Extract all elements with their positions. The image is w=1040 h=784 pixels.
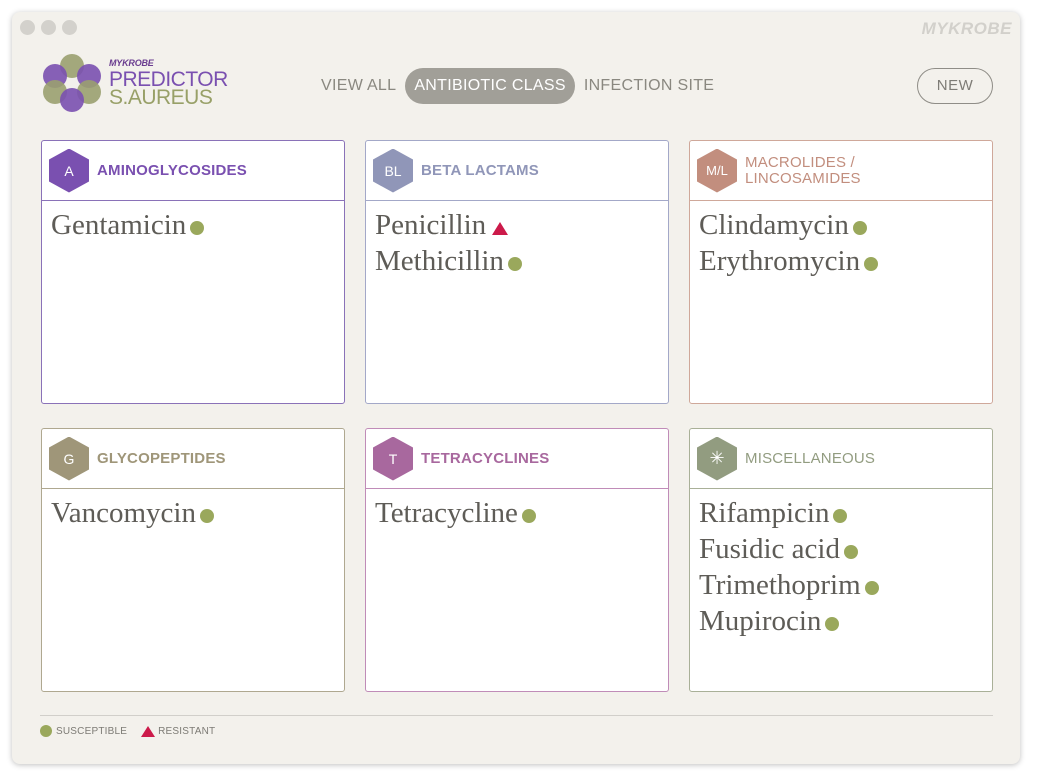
drug-item: Clindamycin [699,207,983,243]
drug-item: Fusidic acid [699,531,983,567]
class-badge: T [373,436,413,481]
susceptible-icon [507,257,522,271]
drug-list: Clindamycin Erythromycin [690,201,992,285]
panel-header: BL BETA LACTAMS [366,141,668,201]
drug-name: Gentamicin [51,209,187,241]
logo-subtitle: S.AUREUS [109,86,213,109]
maximize-window-button[interactable] [62,20,77,35]
susceptible-icon [40,725,52,737]
app-window: MYKROBE MYKROBE PREDICTOR S.AUREUS VIEW … [12,12,1020,764]
drug-name: Erythromycin [699,245,861,277]
legend: SUSCEPTIBLE RESISTANT [40,725,215,737]
panel-header: G GLYCOPEPTIDES [42,429,344,489]
drug-name: Mupirocin [699,605,822,637]
panel-header: T TETRACYCLINES [366,429,668,489]
drug-name: Penicillin [375,209,487,241]
class-badge: M/L [697,148,737,193]
panel-title: AMINOGLYCOSIDES [97,161,247,179]
legend-resistant-label: RESISTANT [158,725,216,737]
nav-infection-site[interactable]: INFECTION SITE [575,68,723,104]
susceptible-icon [852,221,867,235]
drug-list: Penicillin Methicillin [366,201,668,285]
susceptible-icon [843,545,858,559]
brand-wordmark: MYKROBE [921,19,1012,38]
panel-aminoglycosides: A AMINOGLYCOSIDES Gentamicin [41,140,345,404]
drug-list: Tetracycline [366,489,668,537]
drug-item: Vancomycin [51,495,335,531]
drug-item: Trimethoprim [699,567,983,603]
panel-glycopeptides: G GLYCOPEPTIDES Vancomycin [41,428,345,692]
susceptible-icon [833,509,848,523]
panel-title: TETRACYCLINES [421,449,550,467]
app-logo: MYKROBE PREDICTOR S.AUREUS [42,52,242,114]
window-controls [20,20,77,35]
legend-susceptible-label: SUSCEPTIBLE [56,725,128,737]
susceptible-icon [864,257,879,271]
resistant-icon [141,725,156,737]
footer-divider [40,715,993,716]
panel-header: M/L MACROLIDES / LINCOSAMIDES [690,141,992,201]
panel-title: BETA LACTAMS [421,161,539,179]
panel-title: GLYCOPEPTIDES [97,449,226,467]
nav-view-all[interactable]: VIEW ALL [312,68,405,104]
susceptible-icon [521,509,536,523]
panel-title-line1: MACROLIDES / [745,153,855,171]
drug-item: Mupirocin [699,603,983,639]
susceptible-icon [864,581,879,595]
drug-name: Rifampicin [699,497,830,529]
susceptible-icon [190,221,205,235]
drug-item: Erythromycin [699,243,983,279]
panel-beta-lactams: BL BETA LACTAMS Penicillin Methicillin [365,140,669,404]
drug-name: Fusidic acid [699,533,840,565]
view-nav: VIEW ALL ANTIBIOTIC CLASS INFECTION SITE [312,68,723,104]
susceptible-icon [825,617,840,631]
new-button[interactable]: NEW [917,68,993,104]
drug-name: Methicillin [375,245,504,277]
class-badge: G [49,436,89,481]
panel-title: MISCELLANEOUS [745,449,876,467]
drug-name: Tetracycline [375,497,518,529]
panel-tetracyclines: T TETRACYCLINES Tetracycline [365,428,669,692]
panel-macrolides-lincosamides: M/L MACROLIDES / LINCOSAMIDES Clindamyci… [689,140,993,404]
nav-antibiotic-class[interactable]: ANTIBIOTIC CLASS [405,68,575,104]
panel-header: A AMINOGLYCOSIDES [42,141,344,201]
panel-header: ✳ MISCELLANEOUS [690,429,992,489]
drug-item: Tetracycline [375,495,659,531]
resistant-icon [492,221,509,235]
drug-item: Rifampicin [699,495,983,531]
flower-logo-icon [43,54,101,112]
class-badge: A [49,148,89,193]
panel-miscellaneous: ✳ MISCELLANEOUS Rifampicin Fusidic acid … [689,428,993,692]
close-window-button[interactable] [20,20,35,35]
drug-list: Gentamicin [42,201,344,249]
drug-name: Trimethoprim [699,569,861,601]
drug-name: Clindamycin [699,209,849,241]
drug-list: Vancomycin [42,489,344,537]
minimize-window-button[interactable] [41,20,56,35]
drug-name: Vancomycin [51,497,196,529]
panel-title: MACROLIDES / LINCOSAMIDES [745,153,861,187]
drug-item: Penicillin [375,207,659,243]
drug-item: Methicillin [375,243,659,279]
susceptible-icon [199,509,214,523]
panel-title-line2: LINCOSAMIDES [745,169,861,187]
class-badge: BL [373,148,413,193]
drug-item: Gentamicin [51,207,335,243]
asterisk-icon: ✳ [697,436,737,481]
logo-brand-small: MYKROBE [109,58,154,68]
drug-list: Rifampicin Fusidic acid Trimethoprim Mup… [690,489,992,645]
